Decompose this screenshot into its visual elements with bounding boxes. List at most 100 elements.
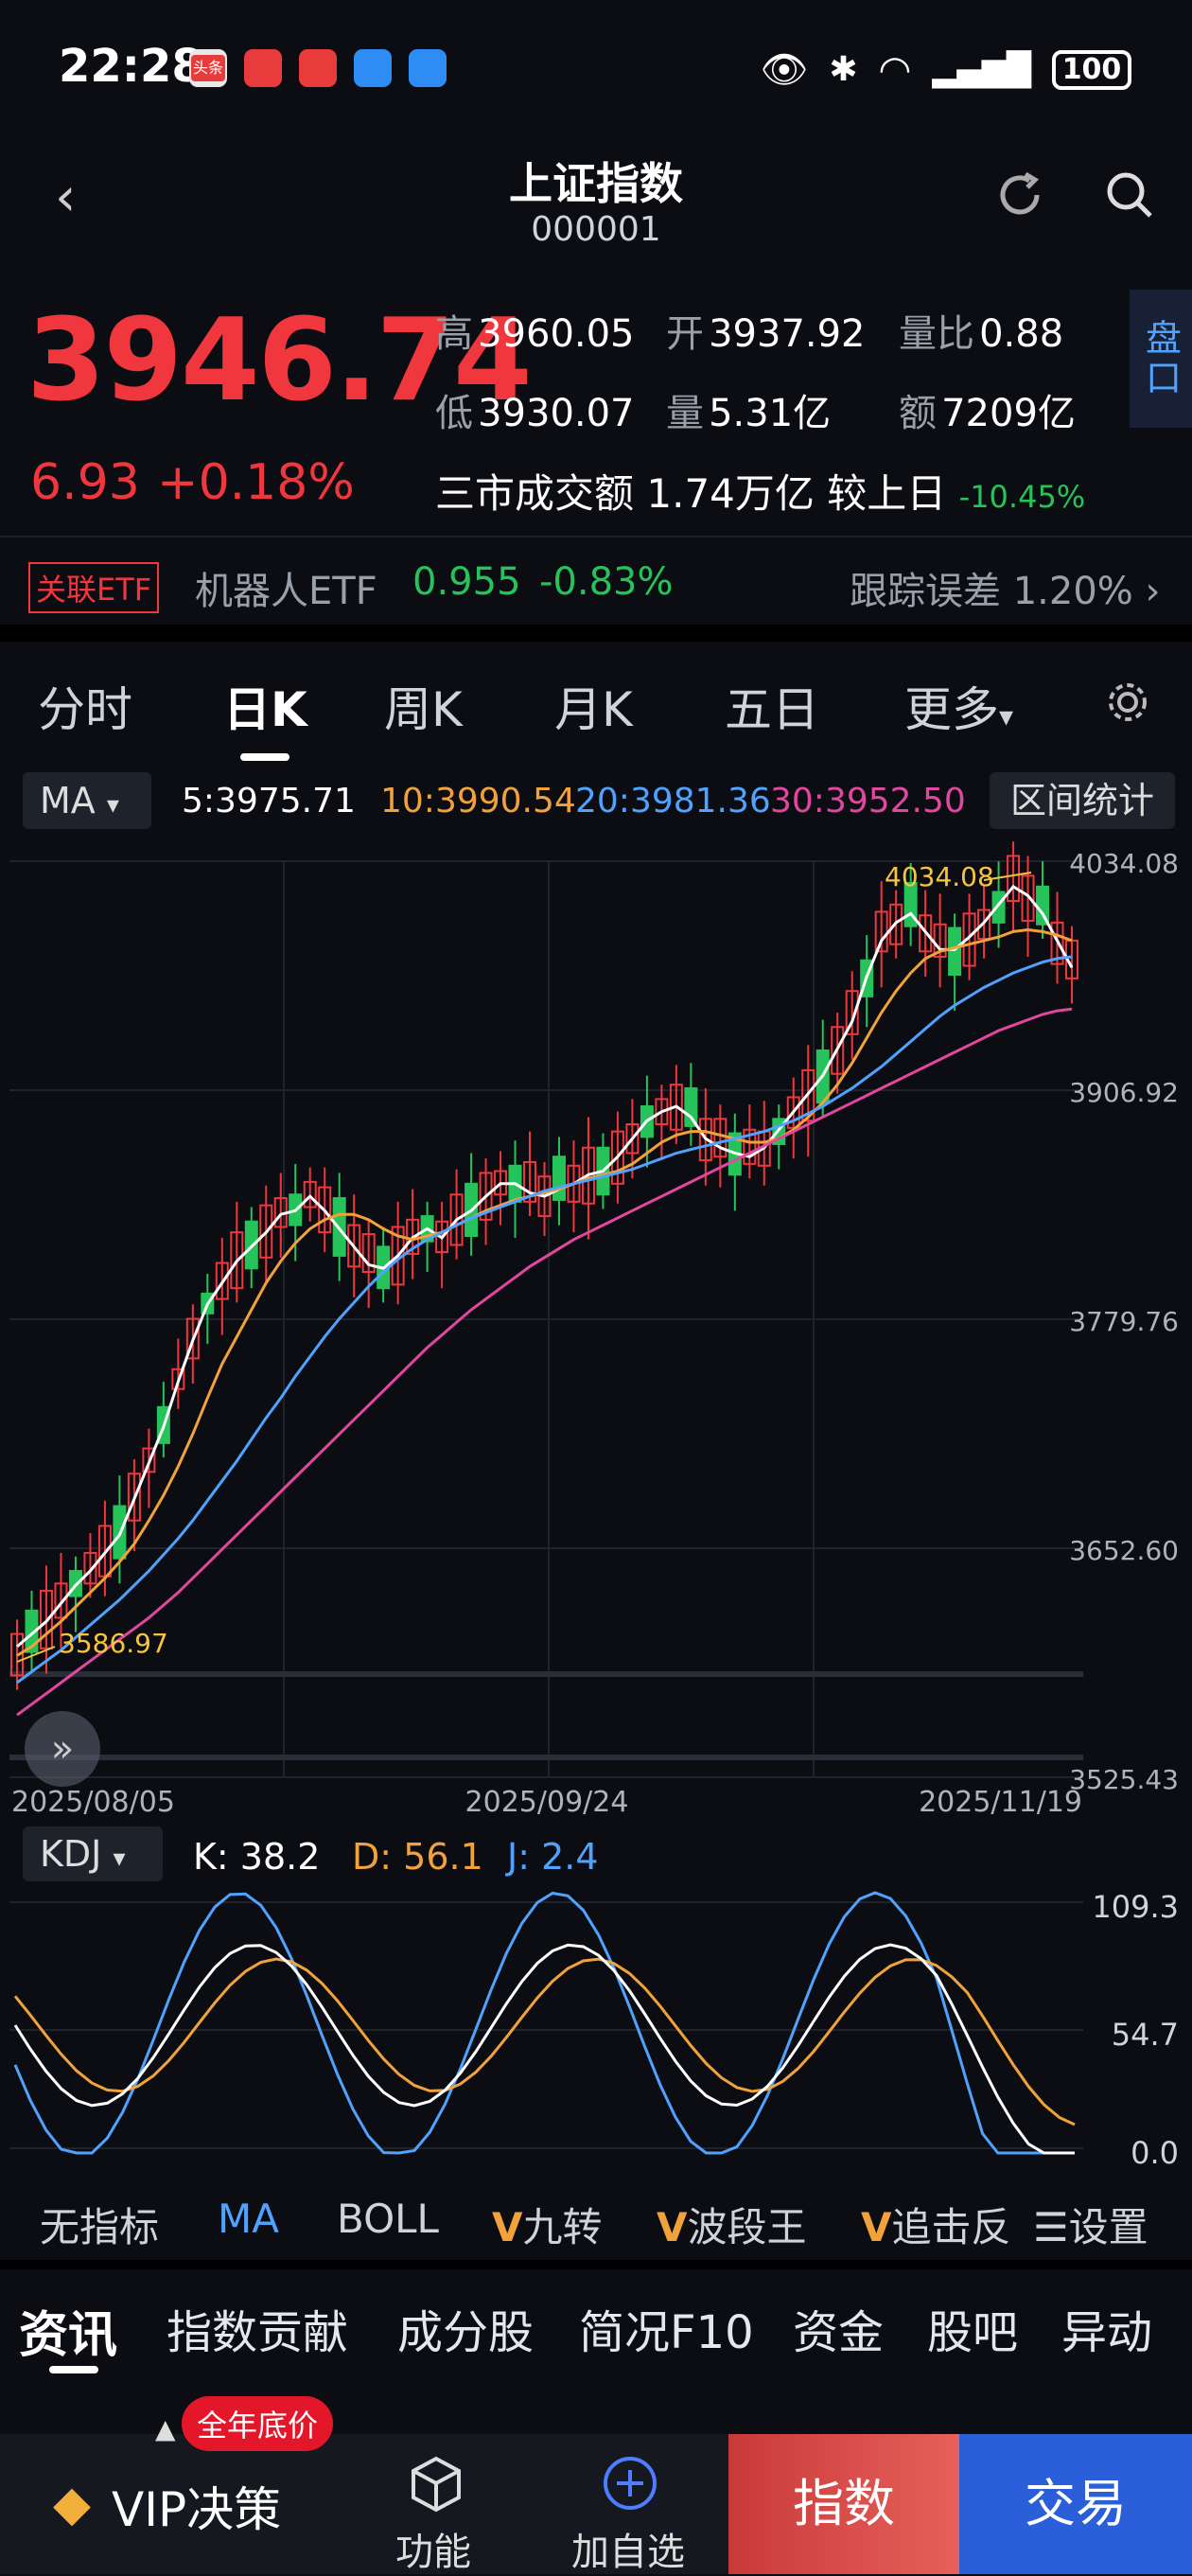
candlestick-chart[interactable]: 4034.083906.923779.763652.603525.432025/… [0, 837, 1192, 1821]
search-icon[interactable] [1101, 167, 1158, 223]
x-tick-label: 2025/11/19 [919, 1786, 1082, 1819]
y-tick-label: 3906.92 [1069, 1077, 1179, 1108]
expand-chart-icon[interactable]: » [25, 1711, 100, 1787]
battery-icon: 100 [1052, 49, 1131, 90]
y-tick-label: 3652.60 [1069, 1535, 1179, 1566]
caret-down-icon: ▾ [999, 700, 1014, 733]
indicator-none[interactable]: 无指标 [40, 2196, 159, 2253]
range-bar [9, 1755, 1083, 1760]
candle-body [948, 926, 962, 977]
indicator-ma[interactable]: MA [218, 2196, 279, 2242]
candle-body [552, 1156, 566, 1201]
high-annotation: 4034.08 [885, 861, 994, 892]
y-tick-label: 3779.76 [1069, 1306, 1179, 1337]
promo-badge: 全年底价 [182, 2396, 334, 2451]
quote-open: 开 3937.92 [666, 312, 866, 356]
tab-five-day[interactable]: 五日 [725, 672, 819, 740]
kdj-y-tick: 54.7 [1112, 2017, 1179, 2053]
indicator-boduanwang[interactable]: V波段王 [657, 2196, 807, 2253]
price-change: 6.93 [30, 454, 140, 511]
kdj-selector[interactable]: KDJ ▾ [23, 1826, 163, 1881]
caret-down-icon: ▾ [113, 1844, 126, 1873]
x-tick-label: 2025/08/05 [11, 1786, 175, 1819]
vip-v-icon: V [657, 2204, 688, 2250]
wifi-icon: ◠ [878, 47, 912, 92]
pankou-button[interactable]: 盘口 [1130, 290, 1192, 428]
app-icon-toutiao: 头条 [189, 49, 227, 87]
app-icon-message [354, 49, 392, 87]
ma-line-ma30 [16, 1007, 1073, 1717]
etf-change: -0.83% [539, 560, 674, 604]
tab-f10[interactable]: 简况F10 [579, 2295, 754, 2361]
kdj-j-line [13, 1891, 1075, 2155]
tab-daily-k[interactable]: 日K [223, 672, 307, 740]
cube-icon [412, 2456, 461, 2513]
tab-intraday[interactable]: 分时 [38, 672, 132, 740]
kdj-j-value: J: 2.4 [507, 1836, 599, 1878]
ma30-value: 30:3952.50 [770, 782, 966, 820]
tab-constituents[interactable]: 成分股 [397, 2295, 534, 2361]
function-button[interactable]: 功能 [395, 2521, 471, 2576]
ma20-value: 20:3981.36 [575, 782, 771, 820]
quote-vol-ratio: 量比 0.88 [899, 312, 1064, 356]
tab-more[interactable]: 更多▾ [904, 672, 1013, 740]
kdj-k-value: K: 38.2 [193, 1836, 321, 1878]
low-annotation: 3586.97 [59, 1628, 168, 1659]
etf-name: 机器人ETF [195, 570, 377, 613]
tab-index-contribution[interactable]: 指数贡献 [167, 2295, 348, 2361]
add-icon [604, 2457, 657, 2510]
kdj-y-tick: 0.0 [1131, 2135, 1179, 2167]
etf-tag: 关联ETF [28, 562, 160, 613]
refresh-icon[interactable] [991, 167, 1048, 223]
status-icons: 👁 ✱ ◠ ▂▄▆█ 100 [761, 47, 1131, 92]
caret-up-icon: ▲ [155, 2413, 176, 2444]
ma10-value: 10:3990.54 [380, 782, 576, 820]
status-bar: 22:28 头条 👁 ✱ ◠ ▂▄▆█ 100 [0, 0, 1192, 132]
indicator-zhuijifan[interactable]: V追击反 [861, 2196, 1011, 2253]
etf-price: 0.955 [412, 560, 521, 604]
vip-v-icon: V [492, 2204, 523, 2250]
vip-button[interactable]: VIP决策 [112, 2472, 281, 2540]
trade-button[interactable]: 交易 [959, 2434, 1192, 2574]
add-watchlist-button[interactable]: 加自选 [571, 2521, 685, 2576]
kdj-k-line [13, 1943, 1075, 2155]
settings-icon: ☰ [1033, 2204, 1069, 2250]
signal-icon: ▂▄▆█ [932, 50, 1031, 89]
index-button[interactable]: 指数 [728, 2434, 959, 2574]
footer-bar: 全年底价 ▲ ◆ VIP决策 功能 加自选 指数 交易 [0, 2396, 1192, 2576]
range-stats-button[interactable]: 区间统计 [990, 772, 1175, 829]
app-icon-huawei [244, 49, 282, 87]
clock: 22:28 [59, 40, 203, 93]
indicator-boll[interactable]: BOLL [337, 2196, 439, 2242]
app-icon-browser [409, 49, 447, 87]
gear-icon[interactable] [1103, 678, 1152, 727]
tab-weekly-k[interactable]: 周K [384, 672, 463, 740]
range-bar [9, 1671, 1083, 1677]
quote-high: 高 3960.05 [435, 312, 635, 356]
tab-funds[interactable]: 资金 [793, 2295, 884, 2361]
header: ‹ 上证指数 000001 [0, 142, 1192, 256]
tab-movement[interactable]: 异动 [1061, 2295, 1152, 2361]
x-tick-label: 2025/09/24 [465, 1786, 629, 1819]
kdj-chart: 109.3 54.7 0.0 [9, 1889, 1179, 2167]
diamond-icon: ◆ [53, 2476, 91, 2532]
quote-volume: 量 5.31亿 [666, 392, 832, 435]
price-change-pct: +0.18% [157, 454, 355, 511]
ma-line-ma5 [16, 884, 1074, 1649]
indicator-settings[interactable]: ☰设置 [1033, 2196, 1148, 2253]
tab-forum[interactable]: 股吧 [927, 2295, 1018, 2361]
eye-icon: 👁 [760, 48, 809, 92]
caret-down-icon: ▾ [106, 791, 119, 820]
kdj-d-value: D: 56.1 [352, 1836, 483, 1878]
bluetooth-icon: ✱ [829, 50, 858, 89]
tab-news[interactable]: 资讯 [19, 2295, 117, 2366]
ma-selector[interactable]: MA ▾ [23, 772, 151, 829]
indicator-jiuzhuan[interactable]: V九转 [492, 2196, 603, 2253]
market-turnover: 三市成交额 1.74万亿 较上日 -10.45% [435, 470, 1086, 517]
etf-tracking-error: 跟踪误差 1.20% › [850, 570, 1161, 613]
y-tick-label: 3525.43 [1069, 1764, 1179, 1795]
tab-indicator [49, 2366, 98, 2373]
vip-v-icon: V [861, 2204, 892, 2250]
kdj-y-tick: 109.3 [1092, 1889, 1179, 1925]
tab-monthly-k[interactable]: 月K [554, 672, 633, 740]
